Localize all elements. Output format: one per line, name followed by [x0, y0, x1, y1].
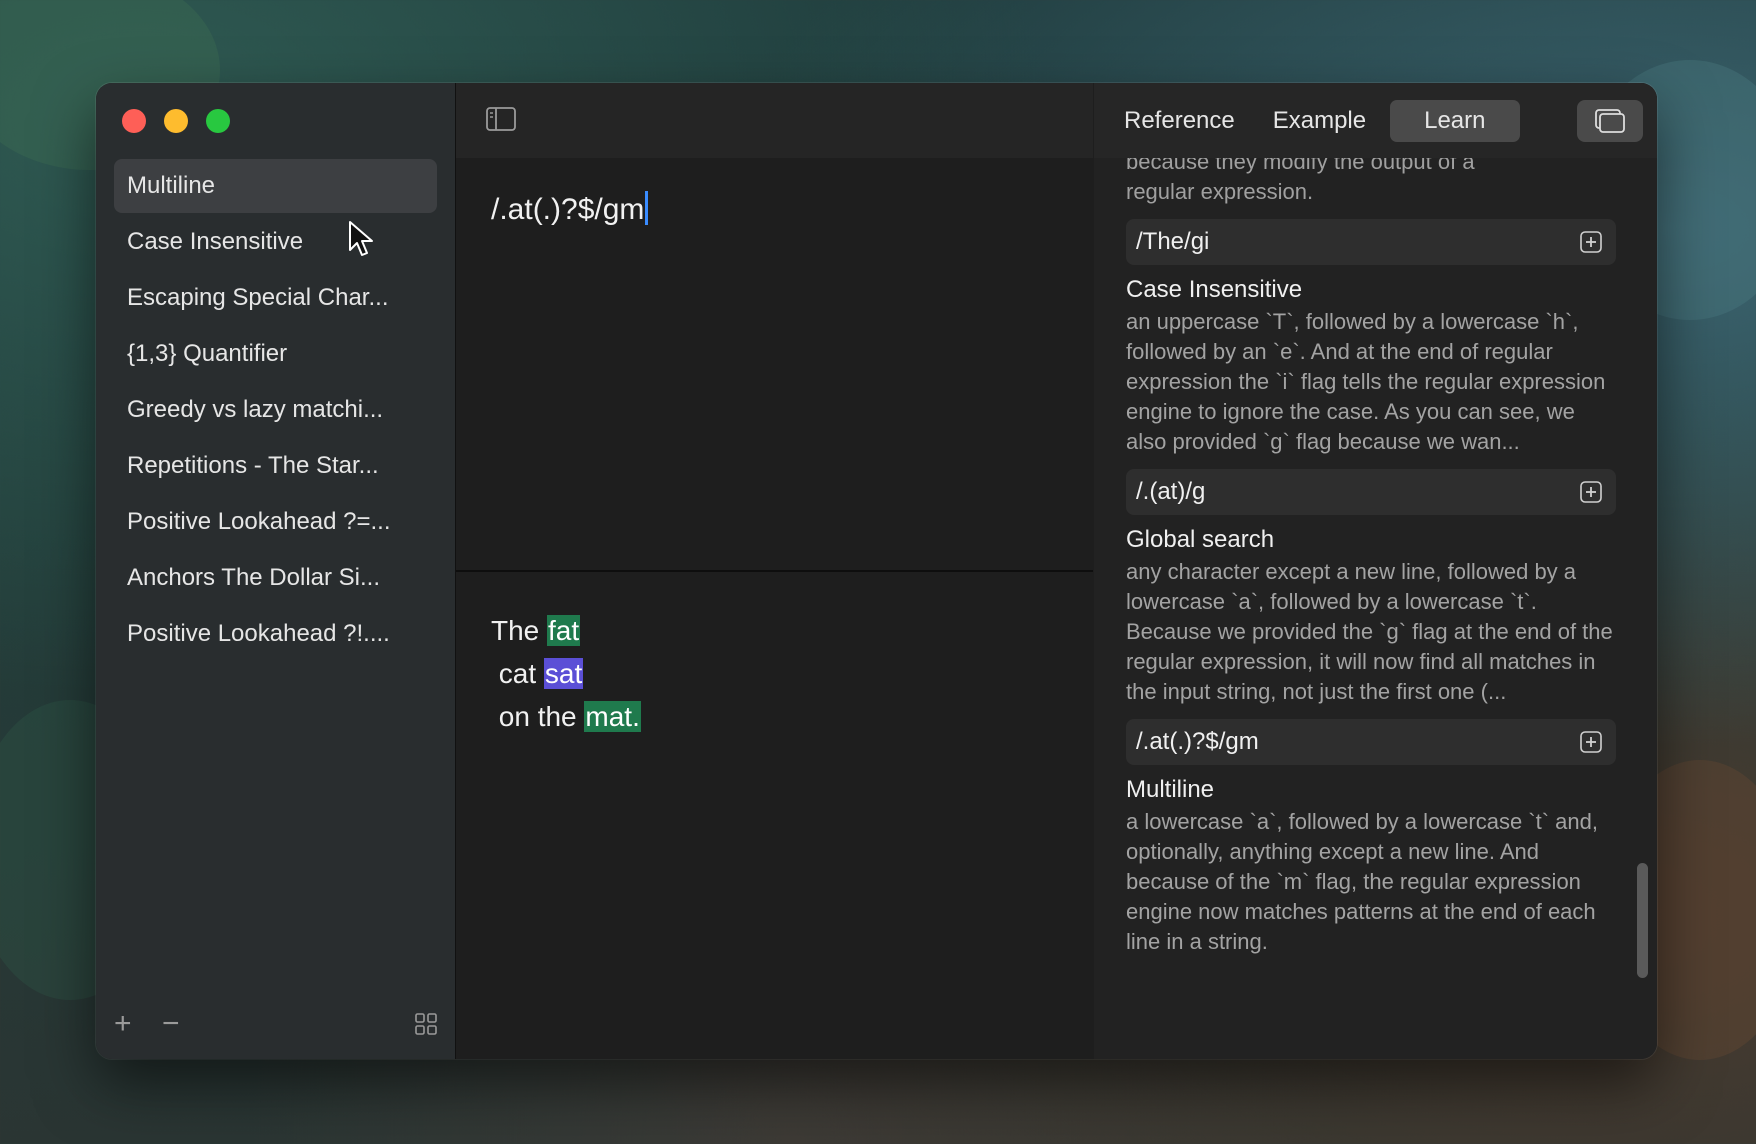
test-string-area[interactable]: The fat cat sat on the mat. [491, 609, 641, 738]
example-pattern[interactable]: /The/gi [1136, 227, 1209, 257]
intro-text: regular expression. [1126, 179, 1314, 204]
example-pattern-row: /The/gi [1126, 219, 1616, 265]
add-pattern-icon[interactable] [1580, 481, 1602, 503]
text-caret [645, 191, 649, 225]
test-text-plain: cat [491, 658, 544, 689]
test-text-plain: The [491, 615, 548, 646]
mouse-pointer-icon [349, 221, 373, 256]
add-pattern-icon[interactable] [1580, 231, 1602, 253]
sidebar-footer: + − [96, 999, 455, 1059]
sidebar-toggle-icon[interactable] [486, 107, 516, 131]
example-title: Global search [1126, 526, 1275, 553]
remove-expression-button[interactable]: − [162, 1009, 180, 1039]
app-window: Multiline Case Insensitive Escaping Spec… [96, 83, 1657, 1059]
match-highlight: sat [543, 658, 584, 689]
zoom-window-button[interactable] [206, 109, 230, 133]
panel-layout-icon [1595, 109, 1625, 133]
sidebar-item-positive-lookahead[interactable]: Positive Lookahead ?=... [114, 495, 437, 549]
editor-toolbar [456, 83, 1093, 158]
test-line: cat sat [491, 652, 641, 695]
example-description: a lowercase `a`, followed by a lowercase… [1126, 809, 1598, 954]
expression-list: Multiline Case Insensitive Escaping Spec… [114, 159, 437, 663]
add-pattern-icon[interactable] [1580, 731, 1602, 753]
sidebar: Multiline Case Insensitive Escaping Spec… [96, 83, 456, 1059]
sidebar-item-escaping-special-characters[interactable]: Escaping Special Char... [114, 271, 437, 325]
toggle-panel-button[interactable] [1577, 100, 1643, 142]
panel-segmented-control: Reference Example Learn [1110, 100, 1520, 142]
editor-pane: /.at(.)?$/gm The fat cat sat on the mat. [456, 83, 1093, 1059]
tab-reference[interactable]: Reference [1110, 100, 1249, 142]
reference-scrollbar[interactable] [1637, 863, 1648, 978]
sidebar-item-quantifier[interactable]: {1,3} Quantifier [114, 327, 437, 381]
example-title: Case Insensitive [1126, 276, 1303, 303]
test-line: on the mat. [491, 695, 641, 738]
close-window-button[interactable] [122, 109, 146, 133]
sidebar-item-greedy-vs-lazy[interactable]: Greedy vs lazy matchi... [114, 383, 437, 437]
regex-input[interactable]: /.at(.)?$/gm [491, 191, 649, 227]
example-pattern[interactable]: /.at(.)?$/gm [1136, 727, 1259, 757]
editor-divider[interactable] [456, 570, 1093, 572]
match-highlight: fat [547, 615, 581, 646]
reference-panel: Reference Example Learn because they mod… [1094, 83, 1657, 1059]
match-highlight: mat. [584, 701, 641, 732]
test-text-plain: on the [491, 701, 585, 732]
minimize-window-button[interactable] [164, 109, 188, 133]
sidebar-item-repetitions-star[interactable]: Repetitions - The Star... [114, 439, 437, 493]
sidebar-item-multiline[interactable]: Multiline [114, 159, 437, 213]
example-pattern[interactable]: /.(at)/g [1136, 477, 1205, 507]
sidebar-item-case-insensitive[interactable]: Case Insensitive [114, 215, 437, 269]
example-title: Multiline [1126, 776, 1215, 803]
test-line: The fat [491, 609, 641, 652]
sidebar-item-negative-lookahead[interactable]: Positive Lookahead ?!.... [114, 607, 437, 661]
tab-example[interactable]: Example [1259, 100, 1380, 142]
window-controls [122, 109, 230, 133]
add-expression-button[interactable]: + [114, 1009, 132, 1039]
regex-text: /.at(.)?$/gm [491, 193, 645, 226]
example-pattern-row: /.(at)/g [1126, 469, 1616, 515]
example-description: an uppercase `T`, followed by a lowercas… [1126, 309, 1606, 454]
learn-content: because they modify the output of a regu… [1126, 147, 1616, 957]
reference-toolbar: Reference Example Learn [1094, 83, 1657, 158]
example-pattern-row: /.at(.)?$/gm [1126, 719, 1616, 765]
grid-icon[interactable] [415, 1013, 437, 1035]
sidebar-item-anchors-dollar[interactable]: Anchors The Dollar Si... [114, 551, 437, 605]
tab-learn[interactable]: Learn [1390, 100, 1520, 142]
example-description: any character except a new line, followe… [1126, 559, 1613, 704]
